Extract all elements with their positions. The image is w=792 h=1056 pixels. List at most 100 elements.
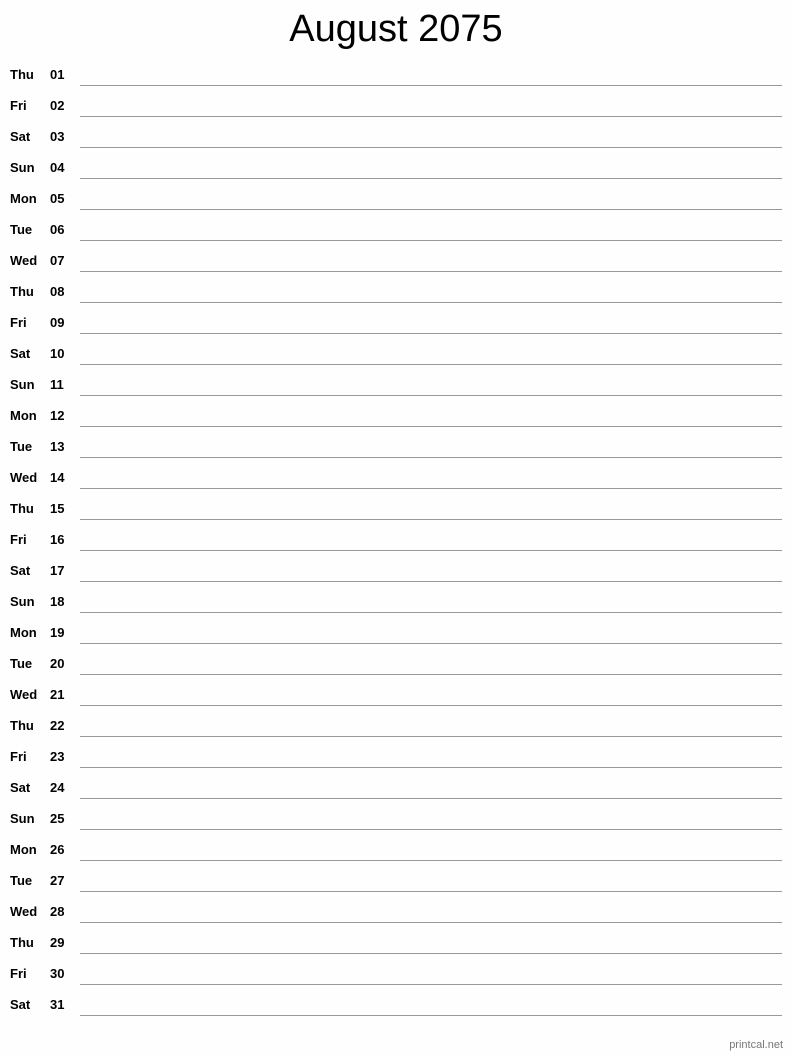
day-of-week: Thu <box>10 935 34 950</box>
writing-line <box>80 674 782 675</box>
writing-line <box>80 395 782 396</box>
writing-line <box>80 488 782 489</box>
writing-line <box>80 333 782 334</box>
day-row: Sat 10 <box>0 341 792 372</box>
day-number: 25 <box>50 811 65 826</box>
day-of-week: Mon <box>10 408 37 423</box>
writing-line <box>80 519 782 520</box>
day-row: Thu 29 <box>0 930 792 961</box>
day-of-week: Fri <box>10 966 27 981</box>
day-of-week: Mon <box>10 842 37 857</box>
day-of-week: Tue <box>10 656 33 671</box>
day-number: 18 <box>50 594 65 609</box>
writing-line <box>80 612 782 613</box>
day-of-week: Fri <box>10 98 27 113</box>
day-of-week: Mon <box>10 625 37 640</box>
day-number: 19 <box>50 625 65 640</box>
day-number: 16 <box>50 532 65 547</box>
day-of-week: Sun <box>10 377 35 392</box>
site-credit: printcal.net <box>729 1039 783 1051</box>
writing-line <box>80 85 782 86</box>
day-of-week: Wed <box>10 470 38 485</box>
day-row: Fri 23 <box>0 744 792 775</box>
writing-line <box>80 426 782 427</box>
day-row: Sun 11 <box>0 372 792 403</box>
day-row: Fri 09 <box>0 310 792 341</box>
day-number: 05 <box>50 191 65 206</box>
day-row: Thu 15 <box>0 496 792 527</box>
writing-line <box>80 271 782 272</box>
day-row: Mon 05 <box>0 186 792 217</box>
day-number: 12 <box>50 408 65 423</box>
day-of-week: Wed <box>10 904 38 919</box>
page-title: August 2075 <box>289 8 503 50</box>
day-row: Sun 04 <box>0 155 792 186</box>
day-number: 27 <box>50 873 65 888</box>
writing-line <box>80 550 782 551</box>
day-of-week: Wed <box>10 687 38 702</box>
day-of-week: Thu <box>10 284 34 299</box>
day-number: 07 <box>50 253 65 268</box>
day-of-week: Sat <box>10 563 31 578</box>
day-number: 17 <box>50 563 65 578</box>
day-of-week: Fri <box>10 749 27 764</box>
day-number: 20 <box>50 656 65 671</box>
day-list: Thu 01 Fri 02 Sat 03 Sun 04 Mon 05 Tue 06 Wed 07 Thu 08… <box>0 62 792 1023</box>
day-row: Tue 20 <box>0 651 792 682</box>
day-of-week: Tue <box>10 222 33 237</box>
day-row: Sat 31 <box>0 992 792 1023</box>
day-of-week: Sat <box>10 346 31 361</box>
day-row: Fri 02 <box>0 93 792 124</box>
day-number: 22 <box>50 718 65 733</box>
day-of-week: Thu <box>10 67 34 82</box>
day-of-week: Tue <box>10 873 33 888</box>
writing-line <box>80 860 782 861</box>
day-row: Tue 27 <box>0 868 792 899</box>
day-number: 23 <box>50 749 65 764</box>
day-number: 24 <box>50 780 65 795</box>
day-number: 21 <box>50 687 65 702</box>
day-row: Thu 01 <box>0 62 792 93</box>
day-row: Sat 17 <box>0 558 792 589</box>
writing-line <box>80 147 782 148</box>
day-number: 03 <box>50 129 65 144</box>
day-row: Mon 26 <box>0 837 792 868</box>
day-row: Mon 19 <box>0 620 792 651</box>
day-row: Sat 03 <box>0 124 792 155</box>
day-row: Thu 22 <box>0 713 792 744</box>
day-row: Wed 14 <box>0 465 792 496</box>
day-row: Wed 21 <box>0 682 792 713</box>
day-row: Wed 28 <box>0 899 792 930</box>
writing-line <box>80 178 782 179</box>
writing-line <box>80 891 782 892</box>
day-of-week: Fri <box>10 315 27 330</box>
day-row: Thu 08 <box>0 279 792 310</box>
day-of-week: Sat <box>10 997 31 1012</box>
writing-line <box>80 984 782 985</box>
writing-line <box>80 209 782 210</box>
day-of-week: Tue <box>10 439 33 454</box>
day-row: Fri 16 <box>0 527 792 558</box>
day-row: Wed 07 <box>0 248 792 279</box>
writing-line <box>80 1015 782 1016</box>
day-row: Fri 30 <box>0 961 792 992</box>
writing-line <box>80 364 782 365</box>
writing-line <box>80 767 782 768</box>
day-of-week: Mon <box>10 191 37 206</box>
day-number: 10 <box>50 346 65 361</box>
day-number: 26 <box>50 842 65 857</box>
writing-line <box>80 240 782 241</box>
day-row: Sun 25 <box>0 806 792 837</box>
day-of-week: Fri <box>10 532 27 547</box>
day-of-week: Sun <box>10 811 35 826</box>
day-number: 14 <box>50 470 65 485</box>
writing-line <box>80 922 782 923</box>
writing-line <box>80 581 782 582</box>
day-number: 30 <box>50 966 65 981</box>
day-number: 02 <box>50 98 65 113</box>
day-row: Sun 18 <box>0 589 792 620</box>
day-row: Tue 06 <box>0 217 792 248</box>
day-of-week: Sat <box>10 129 31 144</box>
writing-line <box>80 953 782 954</box>
day-row: Sat 24 <box>0 775 792 806</box>
